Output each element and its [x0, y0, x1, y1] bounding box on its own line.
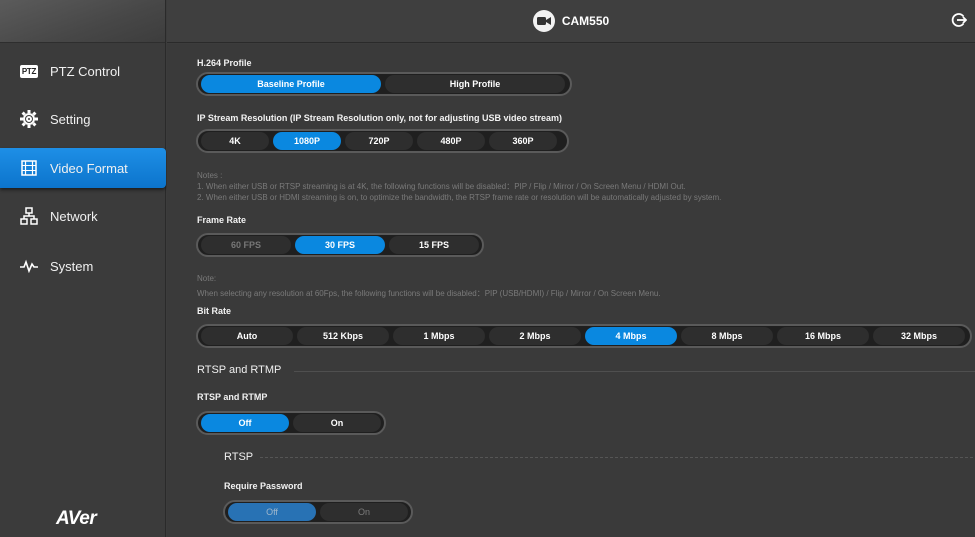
note-line-1: When selecting any resolution at 60Fps, … [197, 289, 661, 298]
rtsp-rtmp-on-button[interactable]: On [293, 414, 381, 432]
notes-line-2: 2. When either USB or HDMI streaming is … [197, 193, 722, 202]
rtsp-section-title: RTSP [224, 451, 254, 463]
resolution-360p-button[interactable]: 360P [489, 132, 557, 150]
high-profile-button[interactable]: High Profile [385, 75, 565, 93]
camera-icon [532, 10, 555, 32]
sidebar: PTZ PTZ Control Setting Video Format Net… [0, 0, 166, 537]
bitrate-32mbps-button[interactable]: 32 Mbps [873, 327, 965, 345]
rtsp-rtmp-label: RTSP and RTMP [197, 392, 268, 402]
rtsp-rtmp-section-title: RTSP and RTMP [197, 364, 282, 376]
sidebar-header [0, 0, 165, 43]
resolution-480p-button[interactable]: 480P [417, 132, 485, 150]
sidebar-item-label: Network [50, 208, 98, 224]
fps-15-button[interactable]: 15 FPS [389, 236, 479, 254]
bit-rate-selector: Auto 512 Kbps 1 Mbps 2 Mbps 4 Mbps 8 Mbp… [196, 324, 972, 348]
pulse-icon [18, 255, 40, 277]
require-password-toggle: Off On [223, 500, 413, 524]
frame-rate-label: Frame Rate [197, 215, 247, 225]
bitrate-8mbps-button[interactable]: 8 Mbps [681, 327, 773, 345]
video-format-panel: H.264 Profile Baseline Profile High Prof… [167, 44, 975, 537]
sidebar-item-label: Setting [50, 111, 91, 127]
fps-30-button[interactable]: 30 FPS [295, 236, 385, 254]
network-icon [18, 205, 40, 227]
bitrate-16mbps-button[interactable]: 16 Mbps [777, 327, 869, 345]
sidebar-item-label: PTZ Control [50, 63, 121, 79]
bitrate-4mbps-button[interactable]: 4 Mbps [585, 327, 677, 345]
notes-line-1: 1. When either USB or RTSP streaming is … [197, 182, 686, 191]
h264-profile-selector: Baseline Profile High Profile [196, 72, 572, 96]
logout-icon[interactable] [951, 12, 968, 28]
notes-title: Notes : [197, 171, 223, 180]
bitrate-512kbps-button[interactable]: 512 Kbps [297, 327, 389, 345]
bitrate-1mbps-button[interactable]: 1 Mbps [393, 327, 485, 345]
rtsp-rtmp-toggle: Off On [196, 411, 386, 435]
resolution-selector: 4K 1080P 720P 480P 360P [196, 129, 569, 153]
fps-60-button[interactable]: 60 FPS [201, 236, 291, 254]
film-icon [18, 157, 40, 179]
header: CAM550 [167, 0, 975, 43]
rtsp-rtmp-off-button[interactable]: Off [201, 414, 289, 432]
resolution-1080p-button[interactable]: 1080P [273, 132, 341, 150]
bitrate-auto-button[interactable]: Auto [201, 327, 293, 345]
bitrate-2mbps-button[interactable]: 2 Mbps [489, 327, 581, 345]
sidebar-item-setting[interactable]: Setting [0, 99, 166, 139]
sidebar-item-label: System [50, 258, 94, 274]
require-password-off-button[interactable]: Off [228, 503, 316, 521]
camera-title: CAM550 [561, 14, 610, 28]
require-password-on-button[interactable]: On [320, 503, 408, 521]
rtsp-divider [260, 457, 973, 458]
ptz-icon: PTZ [19, 64, 39, 78]
h264-profile-label: H.264 Profile [197, 58, 252, 68]
sidebar-item-video-format[interactable]: Video Format [0, 148, 166, 188]
note-title: Note: [197, 274, 217, 283]
sidebar-item-label: Video Format [50, 160, 128, 176]
sidebar-item-network[interactable]: Network [0, 196, 166, 236]
sidebar-item-system[interactable]: System [0, 246, 166, 286]
section-divider [294, 371, 975, 372]
resolution-label: IP Stream Resolution (IP Stream Resoluti… [197, 113, 563, 123]
gear-icon [18, 108, 40, 130]
aver-logo: AVer [56, 508, 97, 529]
require-password-label: Require Password [224, 481, 303, 491]
bit-rate-label: Bit Rate [197, 306, 232, 316]
resolution-720p-button[interactable]: 720P [345, 132, 413, 150]
baseline-profile-button[interactable]: Baseline Profile [201, 75, 381, 93]
sidebar-item-ptz-control[interactable]: PTZ PTZ Control [0, 51, 166, 91]
frame-rate-selector: 60 FPS 30 FPS 15 FPS [196, 233, 484, 257]
resolution-4k-button[interactable]: 4K [201, 132, 269, 150]
